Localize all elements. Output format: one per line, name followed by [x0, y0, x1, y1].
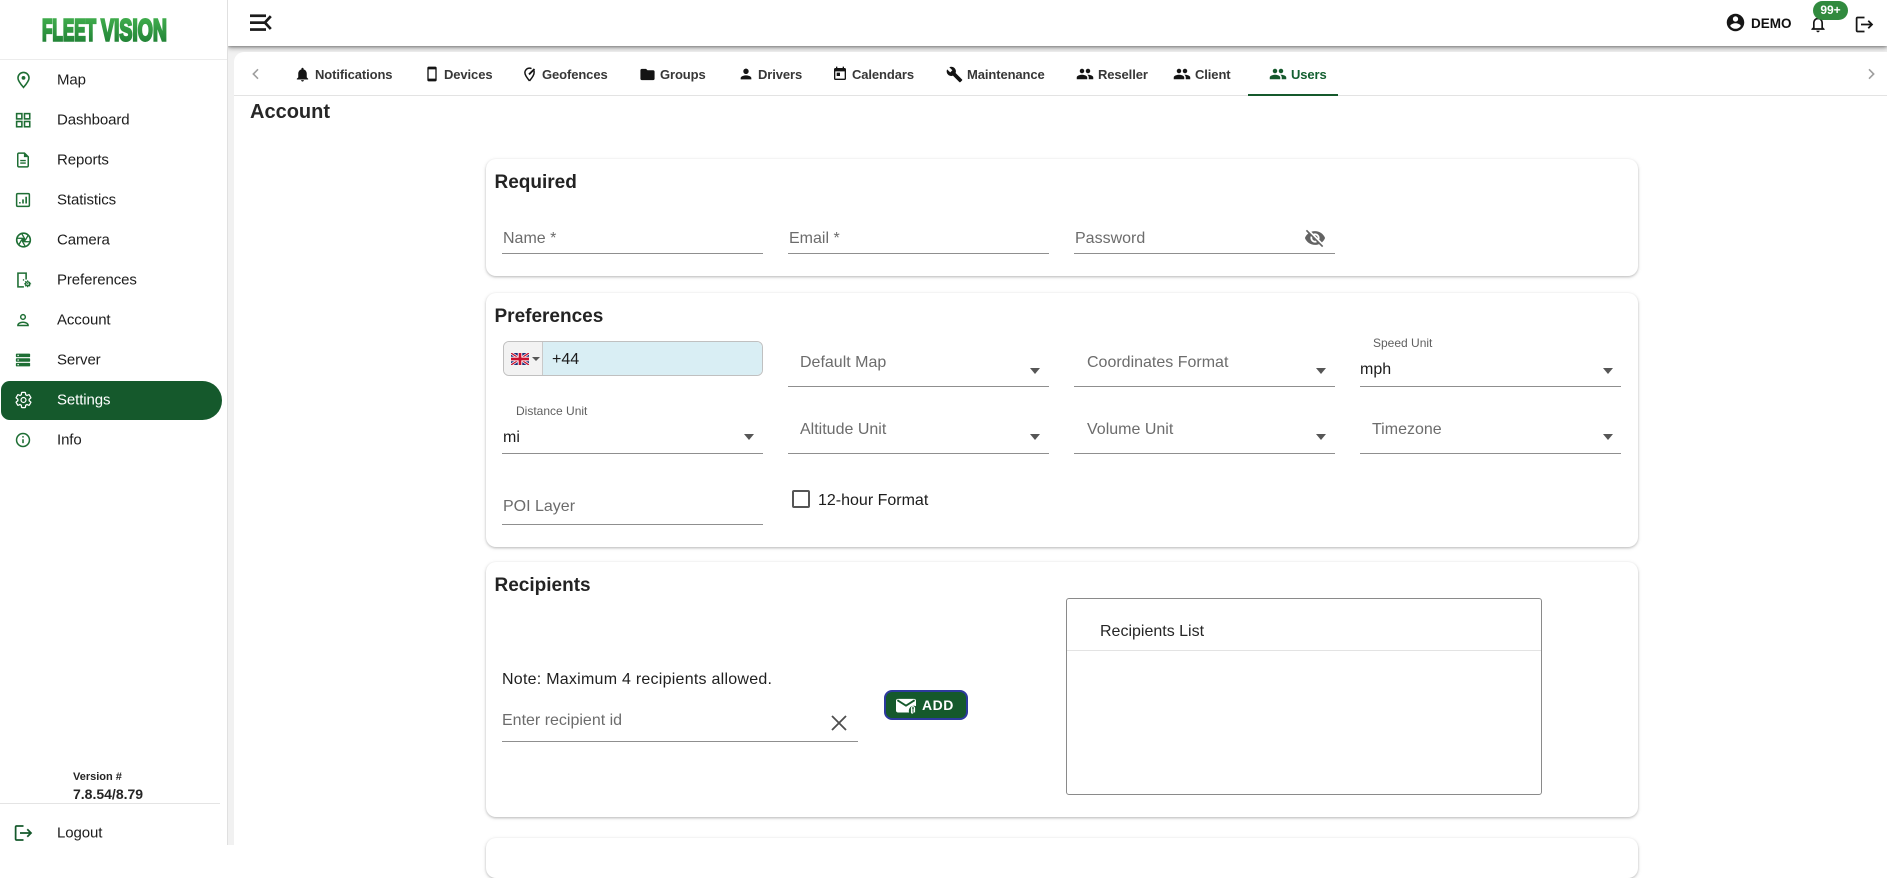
svg-text:FLEET: FLEET	[42, 14, 96, 44]
svg-text:VISION: VISION	[101, 14, 167, 44]
